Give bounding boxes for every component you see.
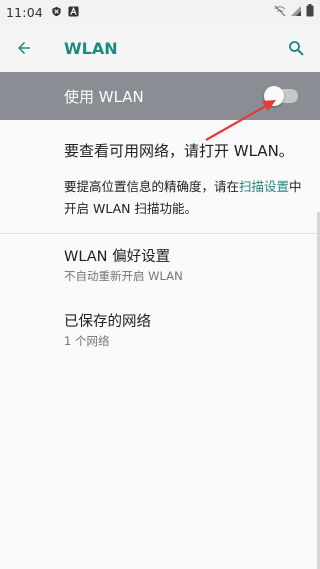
status-bar: 11:04	[0, 0, 320, 24]
a-notification-icon	[68, 5, 79, 20]
search-icon	[289, 41, 304, 56]
status-notification-icons	[51, 5, 79, 20]
wlan-switch-label: 使用 WLAN	[64, 87, 144, 106]
scan-settings-hint: 要提高位置信息的精确度，请在扫描设置中开启 WLAN 扫描功能。	[64, 176, 304, 220]
pref-item-wlan-preferences[interactable]: WLAN 偏好设置 不自动重新开启 WLAN	[64, 247, 304, 285]
app-bar: WLAN	[0, 24, 320, 72]
pref-title: WLAN 偏好设置	[64, 249, 171, 265]
page-title: WLAN	[64, 38, 118, 58]
scan-hint-text-before: 要提高位置信息的精确度，请在	[64, 179, 240, 194]
shield-icon	[51, 5, 62, 20]
arrow-back-icon	[18, 42, 30, 54]
pref-item-saved-networks[interactable]: 已保存的网络 1 个网络	[64, 312, 304, 350]
status-time: 11:04	[6, 4, 44, 20]
signal-icon	[290, 5, 302, 20]
wlan-toggle[interactable]	[264, 86, 298, 106]
pref-summary: 不自动重新开启 WLAN	[64, 269, 183, 283]
wlan-master-switch-bar[interactable]: 使用 WLAN	[0, 72, 320, 120]
battery-icon	[306, 4, 314, 20]
toggle-thumb[interactable]	[264, 86, 284, 106]
status-system-icons	[274, 4, 314, 20]
wlan-off-message: 要查看可用网络，请打开 WLAN。	[64, 142, 294, 160]
wifi-off-icon	[274, 5, 286, 20]
divider	[0, 233, 320, 234]
pref-title: 已保存的网络	[64, 314, 151, 330]
scan-settings-link[interactable]: 扫描设置	[239, 179, 289, 194]
pref-summary: 1 个网络	[64, 334, 110, 348]
back-button[interactable]	[0, 24, 48, 72]
search-button[interactable]	[272, 24, 320, 72]
